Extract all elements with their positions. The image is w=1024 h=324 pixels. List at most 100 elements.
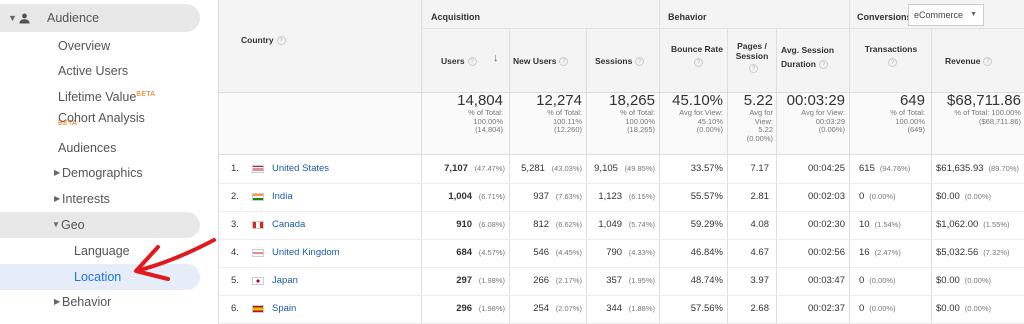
row-index: 1. (231, 163, 239, 174)
column-header-users[interactable]: Users? (441, 56, 477, 67)
help-icon[interactable]: ? (983, 57, 993, 67)
cell-pages-session: 7.17 (729, 163, 770, 175)
column-header-pages-session[interactable]: Pages / Session? (730, 41, 774, 73)
cell-new-users-percent: (6.62%) (555, 220, 582, 229)
flag-icon (252, 249, 264, 257)
help-icon[interactable]: ? (559, 57, 569, 67)
sidebar-item-audiences[interactable]: Audiences (58, 135, 116, 161)
cell-sessions-value: 790 (606, 247, 623, 258)
row-index: 3. (231, 219, 239, 230)
country-link[interactable]: Japan (272, 275, 298, 286)
sidebar-item-geo[interactable]: ▼ Geo (0, 212, 200, 238)
flag-icon (252, 305, 264, 313)
sidebar-item-label: Language (74, 244, 130, 258)
group-header-conversions: Conversions (857, 12, 912, 22)
help-icon[interactable]: ? (888, 58, 897, 67)
country-link[interactable]: Spain (272, 303, 296, 314)
cell-users-percent: (47.47%) (474, 164, 505, 173)
sort-descending-icon[interactable]: ↓ (493, 52, 499, 64)
row-index: 5. (231, 275, 239, 286)
sidebar-item-cohort-analysis[interactable]: Cohort Analysis BETA (58, 105, 145, 135)
cell-users-percent: (6.08%) (478, 220, 505, 229)
cell-sessions: 344 (1.88%) (589, 303, 655, 315)
cell-avg-session-duration-value: 00:03:47 (808, 275, 845, 286)
sidebar-item-interests[interactable]: ▶ Interests (54, 186, 110, 212)
cell-transactions: 10 (1.54%) (859, 219, 901, 231)
sidebar-item-demographics[interactable]: ▶ Demographics (54, 160, 143, 186)
conversions-select[interactable]: eCommerce ▼ (908, 4, 984, 26)
country-link[interactable]: United Kingdom (272, 247, 340, 258)
cell-users-value: 297 (456, 275, 473, 286)
cell-new-users-value: 546 (533, 247, 550, 258)
cell-pages-session-value: 3.97 (750, 275, 770, 286)
cell-avg-session-duration: 00:04:25 (779, 163, 845, 175)
sidebar-item-behavior[interactable]: ▶ Behavior (54, 289, 111, 315)
cell-users-percent: (1.98%) (478, 304, 505, 313)
column-header-avg-session-duration[interactable]: Avg. Session Duration? (781, 45, 834, 73)
cell-users-percent: (4.57%) (478, 248, 505, 257)
flag-icon (252, 277, 264, 285)
cell-avg-session-duration: 00:02:37 (779, 303, 845, 315)
sidebar-item-audience[interactable]: ▼ Audience (0, 4, 200, 32)
cell-revenue-percent: (0.00%) (964, 304, 992, 313)
beta-badge: BETA (58, 120, 77, 127)
sidebar-item-active-users[interactable]: Active Users (58, 58, 128, 84)
country-link[interactable]: Canada (272, 219, 305, 230)
sidebar-item-language[interactable]: Language (74, 238, 130, 264)
cell-users: 1,004 (6.71%) (425, 191, 505, 203)
sidebar-item-overview[interactable]: Overview (58, 33, 110, 59)
report-table: Acquisition Behavior Conversions eCommer… (218, 0, 1024, 324)
cell-new-users: 937 (7.63%) (511, 191, 582, 203)
cell-avg-session-duration-value: 00:02:56 (808, 247, 845, 258)
cell-bounce-rate-value: 55.57% (690, 191, 723, 202)
cell-sessions-value: 1,049 (598, 219, 623, 230)
cell-new-users: 266 (2.17%) (511, 275, 582, 287)
country-link[interactable]: United States (272, 163, 329, 174)
cell-sessions-value: 1,123 (598, 191, 623, 202)
country-link[interactable]: India (272, 191, 293, 202)
total-pages-session: 5.22 Avg for View: 5.22 (0.00%) (743, 92, 773, 143)
caret-down-icon: ▼ (8, 13, 17, 23)
cell-bounce-rate: 48.74% (663, 275, 723, 287)
help-icon[interactable]: ? (635, 57, 645, 67)
cell-bounce-rate: 57.56% (663, 303, 723, 315)
cell-avg-session-duration-value: 00:02:03 (808, 191, 845, 202)
cell-bounce-rate: 33.57% (663, 163, 723, 175)
cell-new-users-value: 266 (533, 275, 550, 286)
column-header-transactions[interactable]: Transactions? (859, 44, 923, 67)
cell-transactions-percent: (1.54%) (874, 220, 901, 229)
cell-transactions: 0 (0.00%) (859, 275, 896, 287)
help-icon[interactable]: ? (818, 60, 828, 70)
help-icon[interactable]: ? (694, 58, 703, 67)
cell-revenue-percent: (0.00%) (964, 276, 992, 285)
column-header-sessions[interactable]: Sessions? (595, 56, 645, 67)
cell-revenue-value: $5,032.56 (936, 247, 979, 258)
cell-avg-session-duration-value: 00:02:37 (808, 303, 845, 314)
cell-sessions: 1,123 (6.15%) (589, 191, 655, 203)
chevron-down-icon: ▼ (970, 11, 977, 18)
total-new-users: 12,274 % of Total: 100.11% (12,260) (536, 92, 582, 134)
cell-new-users: 546 (4.45%) (511, 247, 582, 259)
cell-users: 7,107 (47.47%) (425, 163, 505, 175)
flag-icon (252, 165, 264, 173)
group-header-behavior: Behavior (668, 12, 707, 22)
sidebar-item-location[interactable]: Location (0, 264, 200, 290)
column-header-bounce-rate[interactable]: Bounce Rate? (668, 44, 726, 67)
help-icon[interactable]: ? (467, 57, 477, 67)
help-icon[interactable]: ? (749, 64, 758, 73)
cell-sessions-percent: (6.15%) (628, 192, 655, 201)
total-transactions: 649 % of Total: 100.00% (649) (890, 92, 925, 134)
cell-pages-session-value: 7.17 (750, 163, 770, 174)
cell-pages-session: 2.81 (729, 191, 770, 203)
cell-pages-session: 2.68 (729, 303, 770, 315)
column-header-revenue[interactable]: Revenue? (945, 56, 993, 67)
cell-revenue: $1,062.00 (1.55%) (936, 219, 1010, 231)
cell-avg-session-duration-value: 00:02:30 (808, 219, 845, 230)
help-icon[interactable]: ? (276, 36, 286, 46)
column-header-new-users[interactable]: New Users? (513, 56, 569, 67)
cell-transactions-value: 0 (859, 191, 865, 202)
cell-sessions: 357 (1.95%) (589, 275, 655, 287)
cell-pages-session-value: 4.08 (750, 219, 770, 230)
cell-pages-session: 4.08 (729, 219, 770, 231)
column-header-country[interactable]: Country? (241, 35, 286, 46)
